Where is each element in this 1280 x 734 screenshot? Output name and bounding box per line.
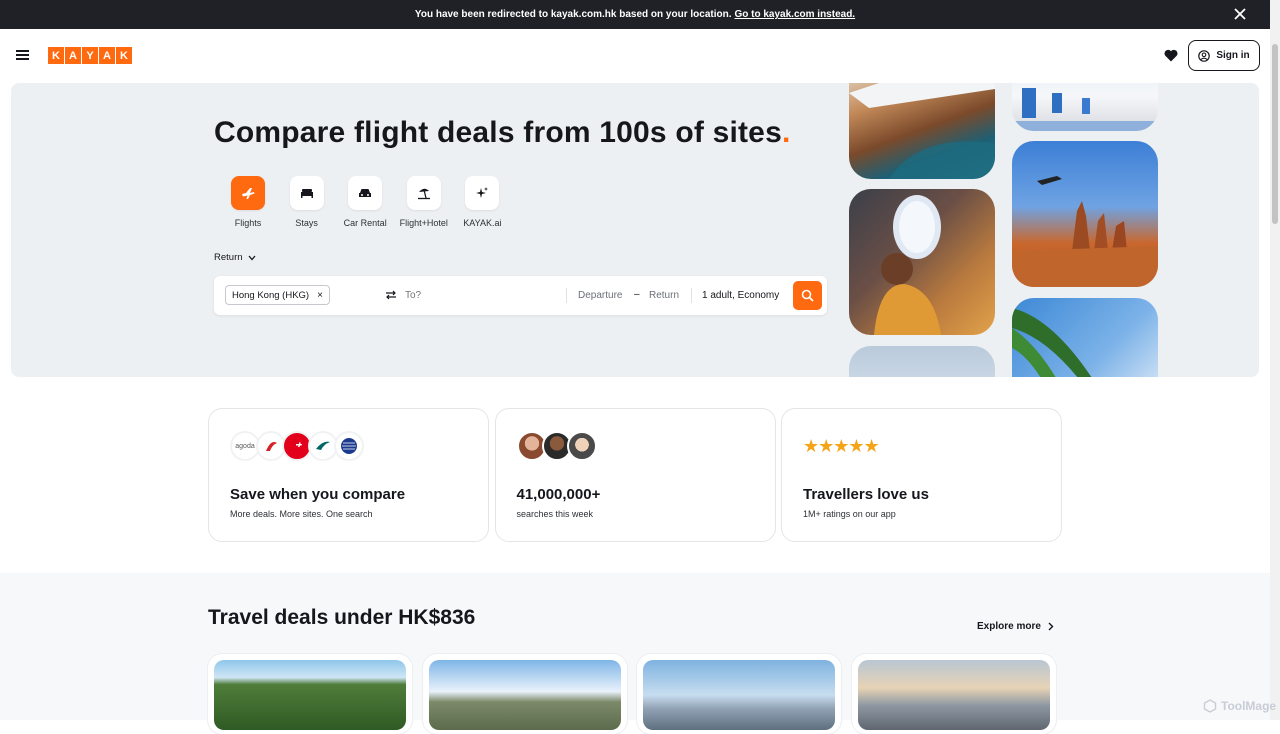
avatar [566, 431, 597, 461]
trip-type-dropdown[interactable]: Return [214, 252, 256, 263]
banner-message: You have been redirected to kayak.com.hk… [414, 9, 732, 20]
deal-card[interactable] [851, 654, 1056, 734]
hero-photo-sky [849, 346, 995, 377]
rating-stars: ★★★★★ [803, 436, 880, 456]
hero-photo-white-houses [1012, 83, 1158, 131]
explore-more-link[interactable]: Explore more [977, 621, 1054, 632]
value-card-title: Travellers love us [803, 486, 929, 503]
deal-card[interactable] [208, 654, 412, 734]
tab-kayak-ai[interactable]: KAYAK.ai [458, 176, 506, 228]
explore-more-label: Explore more [977, 621, 1041, 632]
value-card-title: Save when you compare [230, 486, 406, 503]
trip-type-value: Return [214, 252, 243, 263]
value-card-title: 41,000,000+ [516, 486, 601, 503]
scrollbar-thumb[interactable] [1272, 44, 1278, 224]
hamburger-menu-icon[interactable] [16, 50, 29, 60]
car-icon [359, 189, 372, 197]
logo-letter: K [48, 47, 64, 64]
departure-date-field[interactable]: Departure [578, 290, 622, 301]
remove-origin-icon[interactable]: × [317, 290, 323, 301]
hero-section: Compare flight deals from 100s of sites.… [11, 83, 1259, 377]
tab-label: Car Rental [343, 218, 387, 228]
return-date-field[interactable]: Return [649, 290, 679, 301]
page-title: Compare flight deals from 100s of sites. [214, 116, 791, 150]
search-icon [801, 289, 814, 302]
deal-cards [208, 654, 1066, 734]
vertical-tabs: Flights Stays Car Rental Flight+Hotel KA… [224, 176, 517, 228]
date-separator: – [634, 289, 640, 300]
site-header: K A Y A K Sign in [0, 29, 1270, 83]
value-card-searches: 41,000,000+ searches this week [494, 408, 776, 542]
chevron-right-icon [1048, 622, 1054, 631]
title-dot: . [781, 116, 791, 149]
search-button[interactable] [793, 281, 822, 310]
origin-chip[interactable]: Hong Kong (HKG) × [225, 285, 330, 305]
swap-icon[interactable] [385, 290, 397, 300]
partner-logos: agoda [230, 431, 364, 461]
sparkle-icon [476, 187, 489, 198]
origin-value: Hong Kong (HKG) [232, 289, 310, 301]
value-card-ratings: ★★★★★ Travellers love us 1M+ ratings on … [781, 408, 1062, 542]
tab-stays[interactable]: Stays [283, 176, 331, 228]
logo-letter: A [65, 47, 81, 64]
tab-label: KAYAK.ai [463, 218, 502, 228]
user-avatars [516, 431, 597, 461]
kayak-logo[interactable]: K A Y A K [48, 47, 133, 64]
logo-letter: A [99, 47, 115, 64]
logo-letter: Y [82, 47, 98, 64]
divider [691, 288, 692, 303]
deal-card[interactable] [637, 654, 842, 734]
value-card-subtitle: 1M+ ratings on our app [803, 509, 896, 519]
section-title: Travel deals under HK$836 [208, 606, 476, 629]
chevron-down-icon [248, 255, 256, 260]
watermark-text: ToolMage [1221, 699, 1277, 713]
close-icon[interactable] [1232, 6, 1248, 22]
heart-icon[interactable] [1164, 49, 1178, 62]
tab-label: Flights [234, 218, 262, 228]
location-redirect-banner: You have been redirected to kayak.com.hk… [0, 0, 1270, 29]
logo-letter: K [116, 47, 132, 64]
sign-in-label: Sign in [1216, 50, 1250, 61]
hero-photo-desert-rocks [1012, 141, 1158, 287]
travellers-cabin-field[interactable]: 1 adult, Economy [702, 290, 779, 301]
value-card-compare: agoda Save when you compare More deals. … [208, 408, 489, 542]
value-card-subtitle: searches this week [516, 509, 594, 519]
divider [566, 288, 567, 303]
tab-label: Stays [295, 218, 318, 228]
destination-input[interactable] [405, 287, 555, 304]
page-title-text: Compare flight deals from 100s of sites [214, 116, 782, 149]
tab-label: Flight+Hotel [399, 218, 448, 228]
hexagon-icon [1203, 699, 1217, 713]
go-to-kayak-com-link[interactable]: Go to kayak.com instead. [734, 9, 855, 20]
hero-photo-child-window [849, 189, 995, 335]
tab-car-rental[interactable]: Car Rental [341, 176, 389, 228]
plane-icon [242, 188, 255, 199]
page-scrollbar[interactable] [1270, 0, 1280, 720]
hero-photo-palm-leaf [1012, 298, 1158, 377]
tab-flight-hotel[interactable]: Flight+Hotel [400, 176, 448, 228]
bed-icon [300, 189, 313, 198]
tab-flights[interactable]: Flights [224, 176, 272, 228]
deal-card[interactable] [422, 654, 627, 734]
watermark: ToolMage [1203, 699, 1276, 713]
flight-search-form: Hong Kong (HKG) × Departure – Return 1 a… [214, 276, 827, 315]
user-icon [1198, 49, 1211, 62]
beach-umbrella-icon [417, 188, 430, 200]
value-card-subtitle: More deals. More sites. One search [230, 509, 373, 519]
united-logo [334, 431, 364, 461]
value-props: agoda Save when you compare More deals. … [208, 408, 1068, 542]
hero-photo-aerial-river [849, 83, 995, 179]
travel-deals-section: Travel deals under HK$836 Explore more [0, 573, 1270, 734]
sign-in-button[interactable]: Sign in [1188, 40, 1260, 71]
